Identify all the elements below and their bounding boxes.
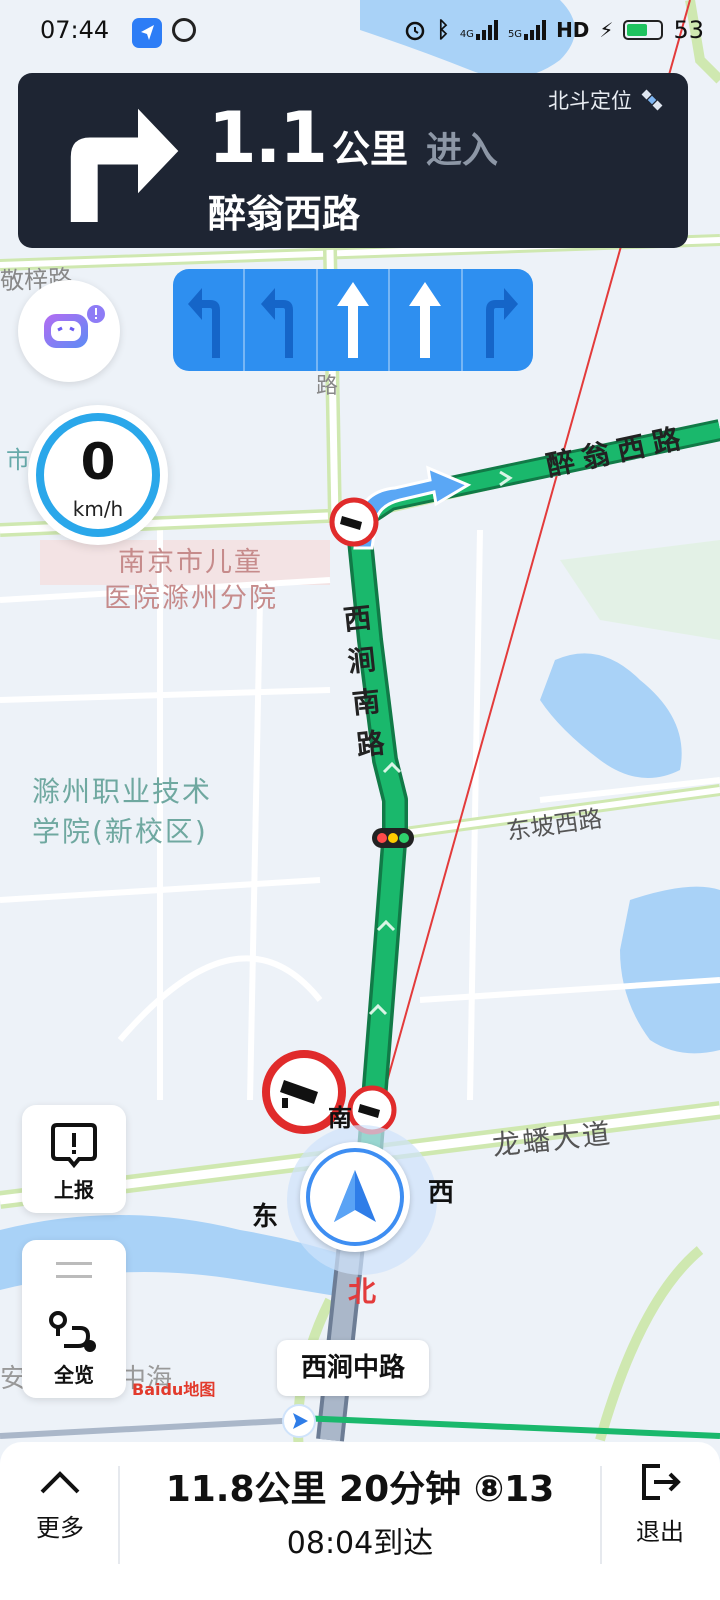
map-label-road-fragment: 路: [316, 374, 339, 399]
lane-left-2: [245, 269, 318, 371]
bluetooth-icon: ᛒ: [436, 17, 450, 43]
alarm-icon: [405, 21, 424, 41]
lane-right: [463, 269, 533, 371]
current-street-label: 西涧中路: [277, 1340, 429, 1396]
baidu-map-logo: Baidu地图: [132, 1380, 216, 1399]
voice-assistant-button[interactable]: [18, 280, 120, 382]
map-label-college-line2: 学院(新校区): [32, 815, 208, 848]
lane-guidance: [173, 269, 533, 371]
chevron-up-icon: [40, 1471, 80, 1494]
divider: [600, 1466, 602, 1564]
lane-straight-icon: [337, 282, 370, 358]
hd-indicator: HD: [556, 18, 590, 42]
lane-straight-2: [390, 269, 463, 371]
current-location-marker: [300, 1142, 410, 1252]
steering-wheel-icon: [172, 18, 196, 42]
speed-unit: km/h: [72, 497, 124, 521]
exit-button[interactable]: 退出: [620, 1462, 700, 1547]
lane-straight-icon: [409, 282, 442, 358]
more-button[interactable]: 更多: [20, 1468, 100, 1543]
exit-label: 退出: [636, 1518, 684, 1546]
speedometer: 0 km/h: [28, 405, 168, 545]
navigation-icon: [132, 18, 162, 48]
overview-panel[interactable]: 全览: [22, 1240, 126, 1398]
network-type-2: 5G: [507, 29, 523, 40]
lane-turn-right-icon: [485, 288, 518, 358]
turn-right-icon: [70, 108, 179, 223]
distance-value: 1.1: [208, 97, 328, 179]
map-label-hospital-line1: 南京市儿童: [118, 547, 263, 578]
positioning-label: 北斗定位: [548, 89, 632, 113]
exit-icon: [642, 1464, 681, 1500]
map-label-city-fragment: 市: [6, 446, 30, 474]
status-bar: 07:44 ᛒ 4G 5G HD ⚡ 53: [0, 0, 720, 64]
lane-turn-left-icon: [188, 288, 221, 358]
assistant-robot-icon: [44, 305, 105, 348]
arrival-time: 08:04到达: [286, 1526, 434, 1561]
route-overview-icon: [49, 1311, 96, 1352]
satellite-icon: [641, 89, 663, 111]
lane-turn-left-icon: [260, 288, 293, 358]
lane-left-1: [173, 269, 246, 371]
location-arrow-icon: [334, 1170, 376, 1222]
next-road-name: 醉翁西路: [208, 192, 361, 236]
positioning-indicator: 北斗定位: [548, 85, 664, 115]
signal-icon: [475, 20, 498, 40]
speed-value: 0: [80, 433, 116, 491]
battery-icon: [623, 20, 664, 40]
charging-icon: ⚡: [599, 18, 614, 42]
compass-east: 东: [252, 1202, 279, 1232]
compass-north: 北: [348, 1275, 377, 1308]
report-button[interactable]: 上报: [22, 1105, 126, 1213]
map-label-hospital-line2: 医院滁州分院: [104, 583, 278, 614]
status-time: 07:44: [40, 16, 110, 44]
more-label: 更多: [36, 1514, 84, 1542]
compass-west: 西: [428, 1178, 455, 1208]
network-type-1: 4G: [459, 29, 474, 40]
lane-straight-1: [318, 269, 391, 371]
action-text: 进入: [426, 130, 499, 171]
compass-south: 南: [328, 1104, 352, 1132]
trip-summary: 11.8公里 20分钟 ⑧13: [165, 1469, 555, 1510]
map-label-college-line1: 滁州职业技术: [32, 775, 213, 808]
report-label: 上报: [54, 1178, 94, 1202]
bottom-bar: 更多 11.8公里 20分钟 ⑧13 08:04到达 退出: [0, 1442, 720, 1600]
navigation-guidance-panel: 1.1 公里 进入 醉翁西路 北斗定位: [18, 73, 688, 248]
signal-icon-2: [524, 20, 547, 40]
drag-handle[interactable]: [56, 1262, 92, 1278]
progress-car-icon: [282, 1404, 316, 1438]
battery-level: 53: [673, 16, 704, 44]
distance-unit: 公里: [332, 127, 409, 171]
report-icon: [51, 1123, 97, 1169]
overview-label: 全览: [54, 1363, 94, 1387]
